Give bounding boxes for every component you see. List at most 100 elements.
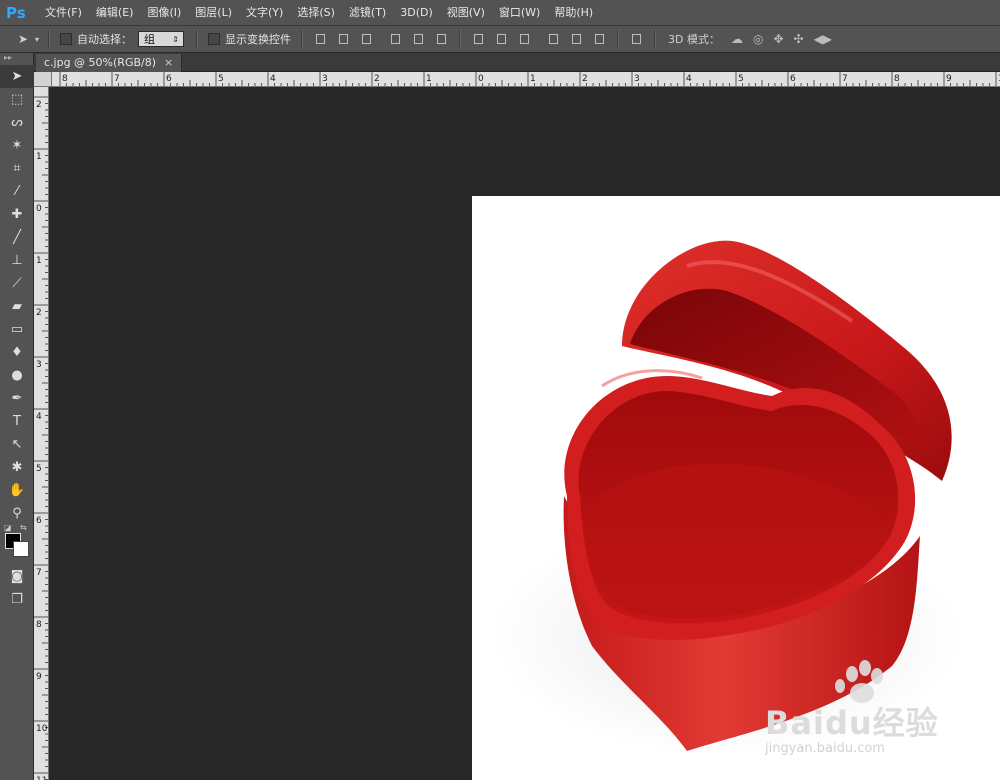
- distribute-top-icon[interactable]: [471, 32, 486, 46]
- history-brush-icon[interactable]: ⟋: [0, 272, 34, 295]
- hand-icon[interactable]: ✋: [0, 479, 34, 502]
- divider: [459, 30, 461, 48]
- align-left-icon[interactable]: [388, 32, 403, 46]
- distribute-right-icon[interactable]: [592, 32, 607, 46]
- ruler-label: 2: [374, 74, 380, 84]
- path-select-icon[interactable]: ↖: [0, 433, 34, 456]
- dodge-icon[interactable]: ●: [0, 364, 34, 387]
- watermark-main: Baidu经验: [765, 704, 939, 742]
- menu-edit[interactable]: 编辑(E): [89, 0, 141, 26]
- show-transform-checkbox[interactable]: [208, 33, 220, 45]
- zoom-icon[interactable]: ⚲: [0, 502, 34, 525]
- menu-type[interactable]: 文字(Y): [239, 0, 290, 26]
- 3d-pan-icon[interactable]: ✥: [773, 32, 783, 46]
- menu-layer[interactable]: 图层(L): [188, 0, 239, 26]
- auto-select-checkbox[interactable]: [60, 33, 72, 45]
- 3d-slide-icon[interactable]: ✣: [794, 32, 804, 46]
- distribute-hcenter-icon[interactable]: [569, 32, 584, 46]
- screen-mode-icon[interactable]: ❐: [0, 588, 34, 611]
- document-tab[interactable]: c.jpg @ 50%(RGB/8) ×: [36, 54, 183, 72]
- align-vcenter-icon[interactable]: [336, 32, 351, 46]
- menu-file[interactable]: 文件(F): [38, 0, 89, 26]
- shape-icon[interactable]: ✱: [0, 456, 34, 479]
- brush-icon[interactable]: ╱: [0, 226, 34, 249]
- menu-help[interactable]: 帮助(H): [547, 0, 600, 26]
- tools-panel: ▸▸ ➤ ⬚ ᔕ ✶ ⌗ ⁄ ✚ ╱ ⊥ ⟋ ▰ ▭ ♦ ● ✒ T ↖ ✱ ✋…: [0, 53, 34, 780]
- 3d-scale-icon[interactable]: ◀▶: [814, 32, 832, 46]
- divider: [196, 30, 198, 48]
- document-tab-title: c.jpg @ 50%(RGB/8): [44, 56, 157, 69]
- color-swatches: ◪ ⇆: [0, 523, 33, 565]
- document-image[interactable]: Baidu经验 jingyan.baidu.com: [472, 196, 1000, 780]
- watermark-sub: jingyan.baidu.com: [765, 741, 885, 756]
- ruler-label: 1: [426, 74, 432, 84]
- menu-3d[interactable]: 3D(D): [393, 0, 440, 26]
- ruler-label: 4: [270, 74, 276, 84]
- ruler-label: 7: [114, 74, 120, 84]
- menu-filter[interactable]: 滤镜(T): [342, 0, 393, 26]
- ruler-label: 3: [36, 360, 42, 370]
- 3d-orbit-icon[interactable]: ☁: [731, 32, 743, 46]
- divider: [48, 30, 50, 48]
- blur-icon[interactable]: ♦: [0, 341, 34, 364]
- magic-wand-icon[interactable]: ✶: [0, 134, 34, 157]
- default-colors-icon[interactable]: ◪: [4, 523, 12, 532]
- ruler-label: 8: [894, 74, 900, 84]
- 3d-mode-label: 3D 模式：: [668, 33, 720, 46]
- canvas-area[interactable]: Baidu经验 jingyan.baidu.com: [49, 87, 1000, 780]
- ruler-label: 5: [218, 74, 224, 84]
- vertical-ruler[interactable]: 2101234567891011: [34, 87, 49, 780]
- preset-dropdown-icon[interactable]: ▾: [32, 31, 42, 47]
- select-arrow-icon: ⇕: [172, 35, 179, 44]
- type-icon[interactable]: T: [0, 410, 34, 433]
- ruler-label: 4: [686, 74, 692, 84]
- swap-colors-icon[interactable]: ⇆: [20, 523, 27, 532]
- distribute-bottom-icon[interactable]: [517, 32, 532, 46]
- vertical-ruler-ticks: 2101234567891011: [34, 96, 48, 780]
- align-hcenter-icon[interactable]: [411, 32, 426, 46]
- distribute-vcenter-icon[interactable]: [494, 32, 509, 46]
- ruler-label: 7: [842, 74, 848, 84]
- gradient-icon[interactable]: ▭: [0, 318, 34, 341]
- ruler-label: 4: [36, 412, 42, 422]
- panel-collapse-icon[interactable]: ▸▸: [0, 53, 33, 63]
- eraser-icon[interactable]: ▰: [0, 295, 34, 318]
- ruler-origin[interactable]: [34, 72, 52, 87]
- eyedropper-icon[interactable]: ⁄: [0, 180, 34, 203]
- horizontal-ruler-ticks: 87654321012345678910: [59, 72, 1000, 86]
- auto-align-icon[interactable]: [629, 32, 644, 46]
- ruler-label: 1: [530, 74, 536, 84]
- photoshop-logo: Ps: [6, 3, 26, 22]
- pen-icon[interactable]: ✒: [0, 387, 34, 410]
- ruler-label: 8: [36, 620, 42, 630]
- ruler-label: 2: [582, 74, 588, 84]
- align-bottom-icon[interactable]: [359, 32, 374, 46]
- lasso-icon[interactable]: ᔕ: [0, 111, 34, 134]
- menu-select[interactable]: 选择(S): [290, 0, 342, 26]
- menu-image[interactable]: 图像(I): [140, 0, 188, 26]
- distribute-left-icon[interactable]: [546, 32, 561, 46]
- quick-mask-icon[interactable]: ◙: [0, 565, 34, 588]
- ruler-label: 9: [946, 74, 952, 84]
- ruler-label: 2: [36, 308, 42, 318]
- ruler-label: 11: [36, 776, 47, 780]
- ruler-label: 1: [36, 152, 42, 162]
- 3d-roll-icon[interactable]: ◎: [753, 32, 763, 46]
- healing-brush-icon[interactable]: ✚: [0, 203, 34, 226]
- clone-stamp-icon[interactable]: ⊥: [0, 249, 34, 272]
- horizontal-ruler[interactable]: 87654321012345678910: [52, 72, 1000, 87]
- menu-window[interactable]: 窗口(W): [492, 0, 547, 26]
- align-right-icon[interactable]: [434, 32, 449, 46]
- background-color-swatch[interactable]: [13, 541, 29, 557]
- heart-box-photo: [492, 240, 962, 756]
- crop-icon[interactable]: ⌗: [0, 157, 34, 180]
- move-icon[interactable]: ➤: [0, 65, 34, 88]
- divider: [301, 30, 303, 48]
- move-tool-preset-icon[interactable]: ➤: [14, 31, 32, 47]
- menu-view[interactable]: 视图(V): [440, 0, 492, 26]
- marquee-icon[interactable]: ⬚: [0, 88, 34, 111]
- ruler-label: 3: [634, 74, 640, 84]
- align-top-icon[interactable]: [313, 32, 328, 46]
- auto-select-dropdown[interactable]: 组 ⇕: [138, 31, 184, 47]
- close-icon[interactable]: ×: [164, 56, 173, 69]
